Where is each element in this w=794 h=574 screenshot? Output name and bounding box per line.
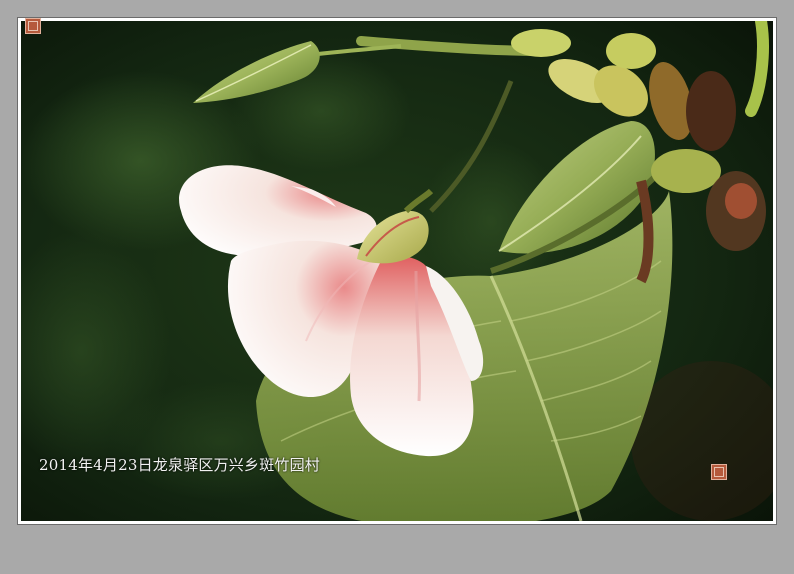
photo <box>21 21 773 521</box>
seal-bottom-right <box>711 464 727 480</box>
photo-caption: 2014年4月23日龙泉驿区万兴乡斑竹园村 <box>39 456 321 474</box>
seal-top-left <box>25 18 41 34</box>
flower-photo <box>21 21 773 521</box>
